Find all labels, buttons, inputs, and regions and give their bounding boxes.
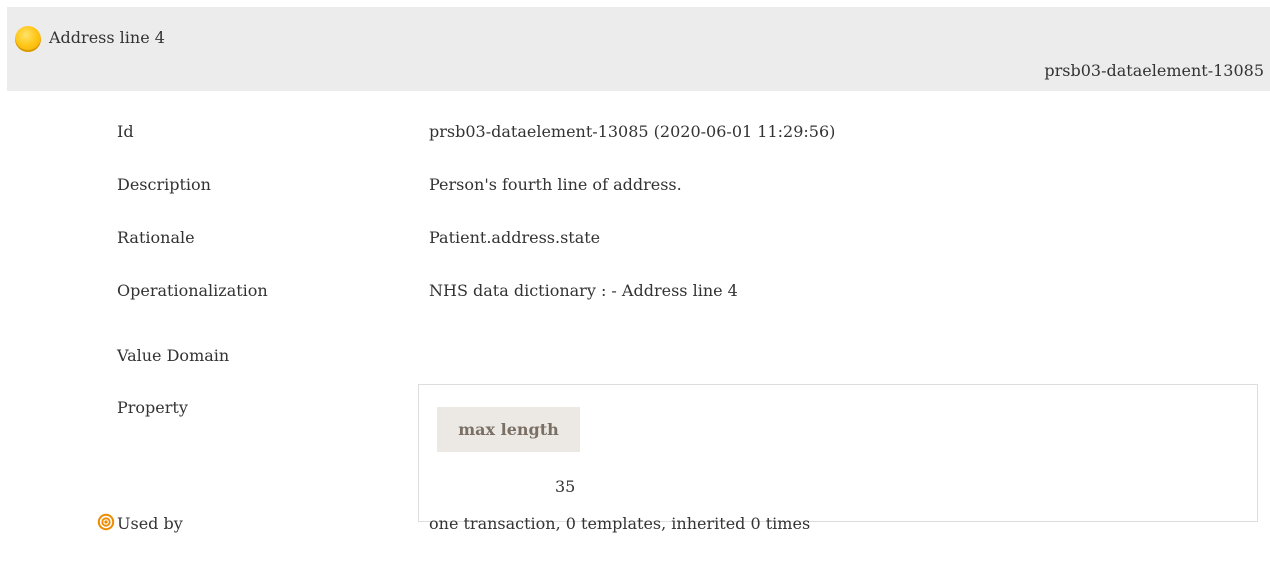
status-circle-icon <box>15 26 41 52</box>
property-label: Property <box>117 398 188 417</box>
target-icon[interactable] <box>97 513 115 531</box>
description-value: Person's fourth line of address. <box>429 175 682 194</box>
description-label: Description <box>117 175 211 194</box>
operationalization-value: NHS data dictionary : - Address line 4 <box>429 281 738 300</box>
id-label: Id <box>117 122 134 141</box>
max-length-header: max length <box>437 407 580 452</box>
property-table: max length 35 <box>418 384 1258 522</box>
concept-id: prsb03-dataelement-13085 <box>1044 61 1264 80</box>
id-value: prsb03-dataelement-13085 (2020-06-01 11:… <box>429 122 836 141</box>
concept-header: Address line 4 prsb03-dataelement-13085 <box>7 7 1270 91</box>
rationale-label: Rationale <box>117 228 195 247</box>
concept-title: Address line 4 <box>49 28 165 47</box>
used-by-value: one transaction, 0 templates, inherited … <box>429 514 811 533</box>
operationalization-label: Operationalization <box>117 281 268 300</box>
used-by-label: Used by <box>117 514 183 533</box>
rationale-value: Patient.address.state <box>429 228 601 247</box>
max-length-value: 35 <box>555 477 576 496</box>
value-domain-label: Value Domain <box>117 346 230 365</box>
